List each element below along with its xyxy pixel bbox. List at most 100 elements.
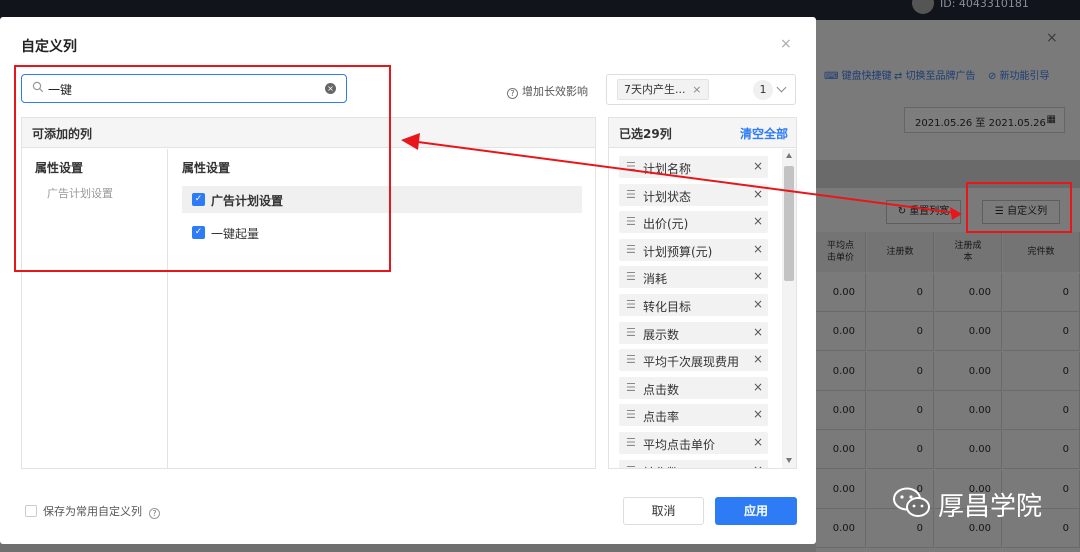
remove-column-icon[interactable]: × xyxy=(753,269,763,283)
remove-column-icon[interactable]: × xyxy=(753,352,763,366)
selected-column-label: 展示数 xyxy=(643,327,680,342)
close-icon[interactable]: × xyxy=(780,36,792,52)
remove-column-icon[interactable]: × xyxy=(753,187,763,201)
available-columns-panel: 可添加的列 属性设置 广告计划设置 属性设置 ✓ 广告计划设置 ✓ 一键起量 xyxy=(21,117,596,469)
search-input[interactable] xyxy=(48,79,318,99)
table-cell: 0.00 xyxy=(935,312,1002,352)
custom-columns-button[interactable]: ☰ 自定义列 xyxy=(982,200,1060,224)
apply-button[interactable]: 应用 xyxy=(715,497,797,525)
selected-column-item[interactable]: ☰ 消耗 × xyxy=(619,266,768,289)
selected-column-label: 平均千次展现费用 xyxy=(643,355,740,370)
chevron-down-icon[interactable] xyxy=(776,82,787,93)
selected-column-label: 转化目标 xyxy=(643,300,692,314)
checkbox-icon[interactable] xyxy=(25,505,37,517)
drag-handle-icon[interactable]: ☰ xyxy=(626,464,636,468)
selected-column-item[interactable]: ☰ 展示数 × xyxy=(619,321,768,344)
selected-column-item[interactable]: ☰ 计划状态 × xyxy=(619,183,768,206)
table-header: 注册数 xyxy=(867,232,934,272)
drag-handle-icon[interactable]: ☰ xyxy=(626,299,636,311)
question-icon: ? xyxy=(507,88,518,99)
remove-tag-icon[interactable]: × xyxy=(692,80,701,99)
extend-impact-help[interactable]: ? 增加长效影响 xyxy=(507,83,588,99)
selected-column-label: 计划预算(元) xyxy=(643,244,713,259)
switch-brand-link[interactable]: ⇄ 切换至品牌广告 xyxy=(894,67,976,82)
save-preset-checkbox[interactable]: 保存为常用自定义列? xyxy=(25,503,160,519)
drag-handle-icon[interactable]: ☰ xyxy=(626,381,636,394)
selected-column-item[interactable]: ☰ 转化数 × xyxy=(619,459,768,468)
drag-handle-icon[interactable]: ☰ xyxy=(626,243,636,256)
drag-handle-icon[interactable]: ☰ xyxy=(626,271,636,283)
column-search[interactable]: × xyxy=(21,74,347,103)
date-range-text: 2021.05.26 至 2021.05.26 xyxy=(915,118,1046,129)
wechat-icon xyxy=(893,487,930,517)
remove-column-icon[interactable]: × xyxy=(753,214,763,228)
table-cell: 0.00 xyxy=(816,430,866,470)
remove-column-icon[interactable]: × xyxy=(753,325,763,339)
table-cell: 0 xyxy=(867,351,934,391)
scrollbar[interactable] xyxy=(782,149,796,468)
avatar[interactable] xyxy=(912,0,934,14)
option-row[interactable]: ✓ 一键起量 xyxy=(182,219,582,246)
remove-column-icon[interactable]: × xyxy=(753,435,763,449)
table-cell: 0 xyxy=(867,390,934,430)
selected-column-item[interactable]: ☰ 计划预算(元) × xyxy=(619,238,768,261)
table-header: 完件数 xyxy=(1003,232,1080,272)
drag-handle-icon[interactable]: ☰ xyxy=(626,354,636,366)
keyboard-shortcut-link[interactable]: ⌨ 键盘快捷键 xyxy=(824,67,892,82)
reset-column-width-button[interactable]: ↻ 重置列宽 xyxy=(886,200,961,224)
remove-column-icon[interactable]: × xyxy=(753,242,763,256)
selected-column-label: 计划状态 xyxy=(643,189,692,204)
selected-column-item[interactable]: ☰ 点击率 × xyxy=(619,404,768,427)
option-row[interactable]: ✓ 广告计划设置 xyxy=(182,186,582,213)
remove-column-icon[interactable]: × xyxy=(753,463,763,468)
selected-count: 已选29列 xyxy=(619,127,672,141)
scroll-thumb[interactable] xyxy=(784,166,794,281)
clear-all-link[interactable]: 清空全部 xyxy=(740,125,788,142)
table-cell: 0.00 xyxy=(816,469,866,509)
close-icon[interactable]: × xyxy=(1046,30,1058,46)
dialog-title: 自定义列 xyxy=(21,39,77,55)
table-cell: 0.00 xyxy=(935,351,1002,391)
option-list: 属性设置 ✓ 广告计划设置 ✓ 一键起量 xyxy=(169,149,595,468)
custom-columns-dialog: 自定义列 × × ?增加长效影响 7天内产生... × 1 可添加的列 属性设置… xyxy=(0,17,816,544)
question-icon[interactable]: ? xyxy=(149,508,160,519)
drag-handle-icon[interactable]: ☰ xyxy=(626,326,636,339)
drag-handle-icon[interactable]: ☰ xyxy=(626,409,636,421)
drag-handle-icon[interactable]: ☰ xyxy=(626,437,636,449)
remove-column-icon[interactable]: × xyxy=(753,159,763,173)
drag-handle-icon[interactable]: ☰ xyxy=(626,161,636,173)
checkbox-checked-icon[interactable]: ✓ xyxy=(192,226,205,239)
toolbar-links: ⌨ 键盘快捷键 ⇄ 切换至品牌广告 ⊘ 新功能引导 xyxy=(816,67,1080,83)
table-header: 注册成 本 xyxy=(935,232,1002,272)
drag-handle-icon[interactable]: ☰ xyxy=(626,216,636,228)
selected-column-item[interactable]: ☰ 转化目标 × xyxy=(619,294,768,316)
checkbox-checked-icon[interactable]: ✓ xyxy=(192,193,205,206)
selected-column-item[interactable]: ☰ 平均千次展现费用 × xyxy=(619,349,768,372)
impact-select[interactable]: 7天内产生... × 1 xyxy=(606,74,796,105)
remove-column-icon[interactable]: × xyxy=(753,380,763,394)
selected-column-item[interactable]: ☰ 出价(元) × xyxy=(619,211,768,234)
option-group-title: 属性设置 xyxy=(182,161,231,175)
remove-column-icon[interactable]: × xyxy=(753,297,763,311)
cancel-button[interactable]: 取消 xyxy=(623,497,704,525)
date-range-picker[interactable]: 2021.05.26 至 2021.05.26 ▦ xyxy=(904,107,1065,133)
category-title[interactable]: 属性设置 xyxy=(35,159,83,176)
selected-column-item[interactable]: ☰ 计划名称 × xyxy=(619,156,768,178)
selected-column-item[interactable]: ☰ 平均点击单价 × xyxy=(619,432,768,454)
drag-handle-icon[interactable]: ☰ xyxy=(626,188,636,201)
table-cell: 0.00 xyxy=(816,273,866,312)
selected-column-item[interactable]: ☰ 点击数 × xyxy=(619,376,768,399)
background-strip xyxy=(816,160,1080,188)
table-cell: 0 xyxy=(1003,390,1080,430)
scroll-up-icon[interactable] xyxy=(786,153,792,158)
clear-search-icon[interactable]: × xyxy=(325,83,336,94)
selected-column-label: 计划名称 xyxy=(643,162,692,176)
scroll-down-icon[interactable] xyxy=(786,458,792,463)
remove-column-icon[interactable]: × xyxy=(753,407,763,421)
table-cell: 0.00 xyxy=(935,273,1002,312)
selected-column-label: 平均点击单价 xyxy=(643,438,716,452)
category-item[interactable]: 广告计划设置 xyxy=(47,185,113,201)
new-feature-guide-link[interactable]: ⊘ 新功能引导 xyxy=(988,67,1050,82)
table-cell: 0.00 xyxy=(816,508,866,548)
calendar-icon: ▦ xyxy=(1046,114,1056,125)
